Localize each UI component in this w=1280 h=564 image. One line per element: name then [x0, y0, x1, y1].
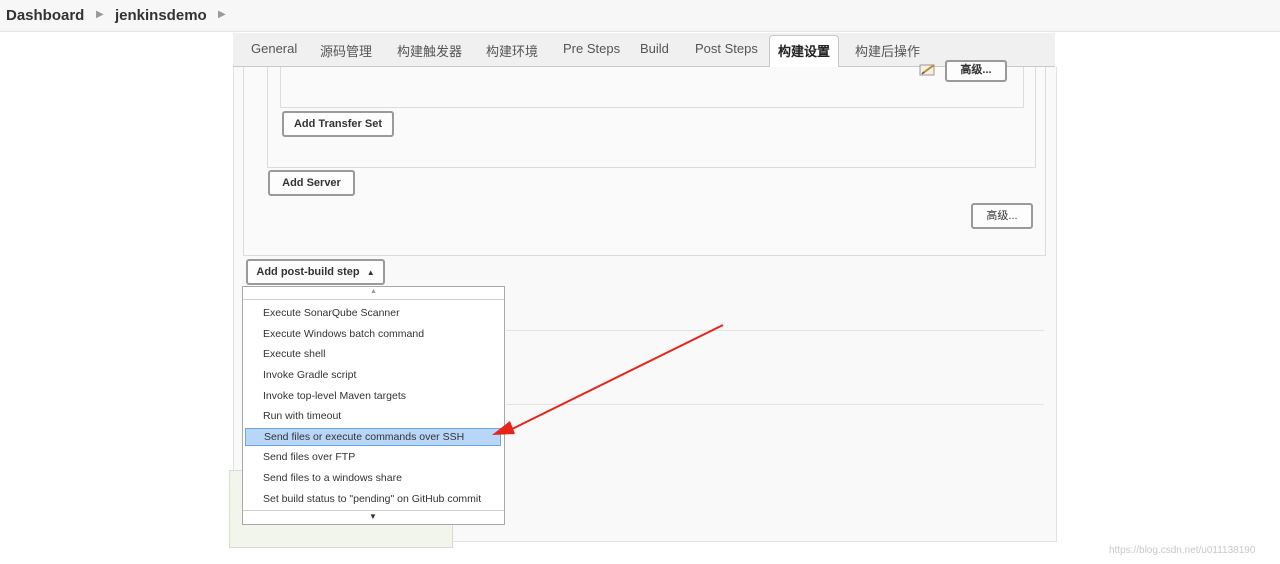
- watermark-text: https://blog.csdn.net/u011138190: [1109, 545, 1256, 556]
- annotation-arrow: [492, 324, 724, 435]
